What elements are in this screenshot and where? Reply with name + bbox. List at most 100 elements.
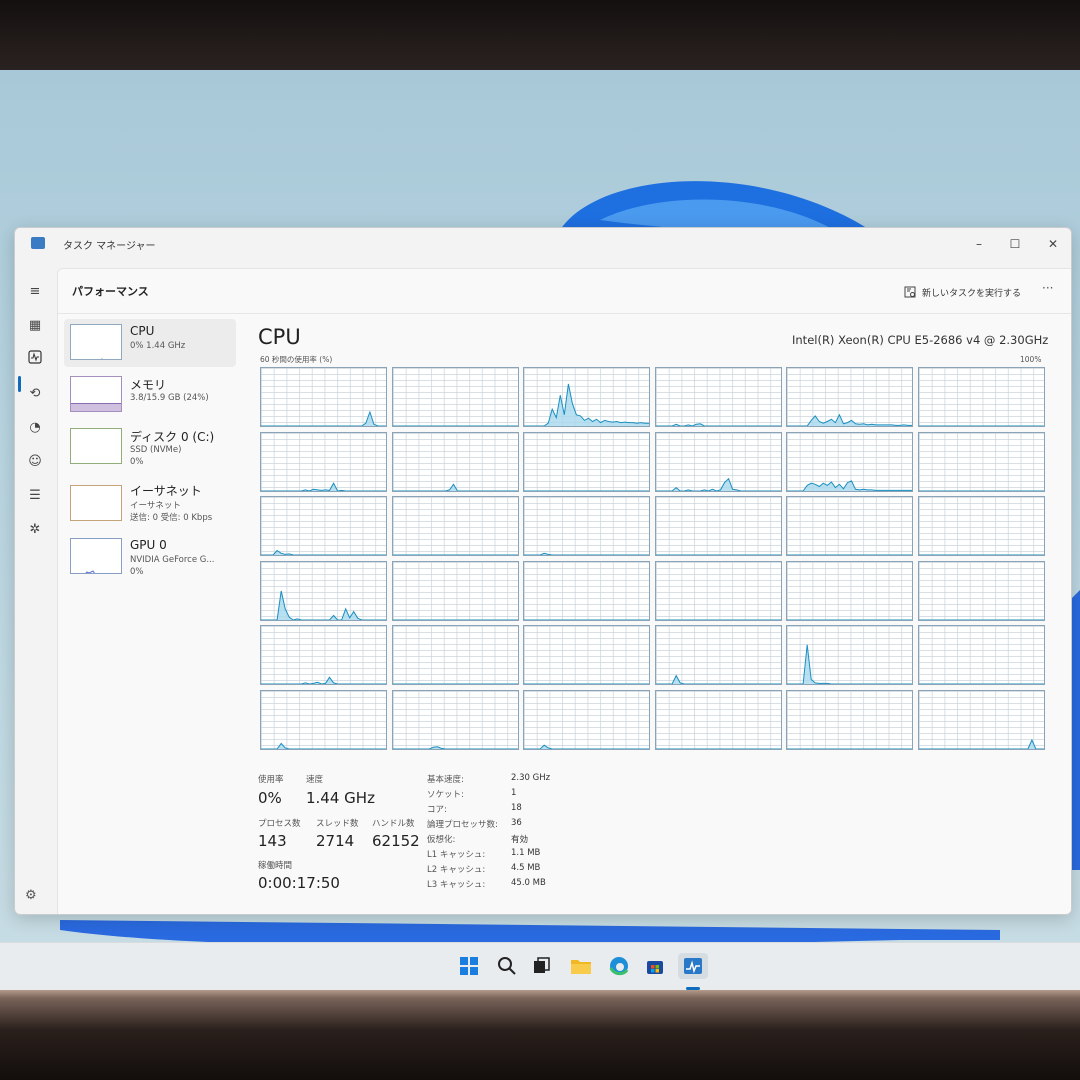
usage-area — [261, 550, 386, 555]
spec-value: 4.5 MB — [511, 863, 541, 873]
utilization-label: 使用率 — [258, 775, 284, 785]
cpu-usage-plot — [261, 742, 386, 749]
usage-line — [918, 738, 1044, 749]
performance-resource-list: CPU 0% 1.44 GHz メモリ 3.8/15.9 GB (24%) ディ… — [64, 319, 236, 609]
uptime-label: 稼働時間 — [258, 861, 293, 871]
usage-area — [393, 684, 518, 685]
minimize-button[interactable]: – — [967, 234, 991, 254]
taskbar — [0, 942, 1080, 990]
monitor-bezel-bottom — [0, 990, 1080, 1080]
logical-processor-graph — [917, 689, 1045, 750]
cpu-usage-plot — [655, 477, 781, 491]
microsoft-store-icon[interactable] — [642, 953, 668, 979]
usage-area — [392, 746, 518, 749]
services-icon[interactable]: ✲ — [25, 520, 45, 540]
logical-processor-graph — [917, 367, 1045, 427]
usage-area — [524, 620, 649, 621]
processes-label: プロセス数 — [258, 819, 301, 829]
gpu-thumbnail-graph — [70, 538, 122, 574]
usage-area — [656, 749, 781, 750]
perf-item-cpu[interactable]: CPU 0% 1.44 GHz — [64, 319, 236, 367]
perf-item-detail: 0% — [130, 457, 144, 467]
cpu-usage-plot — [261, 549, 386, 555]
usage-area — [919, 491, 1044, 492]
perf-item-detail: イーサネット — [130, 501, 181, 511]
logical-processor-graph — [260, 689, 387, 750]
logical-processor-graph — [523, 625, 650, 685]
usage-area — [919, 684, 1044, 685]
cpu-usage-plot — [918, 738, 1044, 749]
usage-area — [919, 620, 1044, 621]
cpu-usage-plot — [261, 481, 386, 491]
perf-item-gpu[interactable]: GPU 0 NVIDIA GeForce G... 0% — [64, 533, 236, 581]
details-icon[interactable]: ☰ — [25, 486, 45, 506]
cpu-usage-plot — [655, 423, 781, 426]
logical-processor-graph — [260, 496, 387, 556]
title-bar[interactable]: タスク マネージャー – ☐ ✕ — [15, 228, 1071, 260]
cpu-heading: CPU — [258, 325, 301, 349]
perf-item-memory[interactable]: メモリ 3.8/15.9 GB (24%) — [64, 371, 236, 419]
run-new-task-button[interactable]: 新しいタスクを実行する — [904, 281, 1021, 303]
memory-usage-fill — [71, 403, 121, 411]
usage-line — [392, 745, 518, 749]
spec-label: L2 キャッシュ: — [427, 865, 486, 875]
perf-item-disk[interactable]: ディスク 0 (C:) SSD (NVMe) 0% — [64, 423, 236, 471]
cpu-usage-plot — [787, 619, 912, 620]
usage-area — [656, 620, 781, 621]
cpu-usage-plot — [918, 490, 1044, 492]
spec-value: 1 — [511, 788, 517, 798]
windows-start-icon[interactable] — [456, 953, 482, 979]
usage-line — [261, 481, 386, 491]
perf-item-detail: SSD (NVMe) — [130, 445, 182, 455]
file-explorer-icon[interactable] — [568, 953, 594, 979]
logical-processor-graph — [523, 496, 650, 556]
usage-area — [524, 491, 649, 492]
logical-processor-graph — [260, 560, 387, 621]
close-button[interactable]: ✕ — [1041, 234, 1065, 254]
processes-icon[interactable]: ▦ — [25, 316, 45, 336]
hamburger-menu-icon[interactable]: ≡ — [25, 282, 45, 302]
app-history-icon[interactable]: ⟲ — [25, 384, 45, 404]
logical-processor-graph — [786, 560, 913, 621]
cpu-usage-plot — [261, 410, 386, 426]
usage-area — [393, 555, 518, 556]
cpu-usage-plot — [787, 644, 912, 684]
usage-area — [524, 684, 649, 685]
cpu-thumbnail-graph — [70, 324, 122, 360]
performance-icon[interactable] — [25, 350, 45, 370]
logical-processor-graph — [654, 560, 782, 621]
cpu-usage-plot — [524, 552, 649, 555]
settings-icon[interactable]: ⚙ — [25, 888, 37, 903]
usage-line — [655, 477, 781, 491]
spec-value: 18 — [511, 803, 522, 813]
cpu-usage-plot — [787, 413, 912, 426]
task-manager-app-icon — [31, 237, 45, 249]
speed-value: 1.44 GHz — [306, 789, 375, 807]
users-icon[interactable]: ☺ — [25, 452, 45, 472]
spec-label: L1 キャッシュ: — [427, 850, 486, 860]
usage-area — [787, 749, 912, 750]
logical-processor-graph — [391, 560, 519, 621]
perf-item-name: イーサネット — [130, 484, 202, 498]
page-title: パフォーマンス — [72, 285, 149, 298]
logical-processor-graph — [523, 689, 650, 750]
logical-processor-graph — [391, 625, 519, 685]
task-manager-icon[interactable] — [678, 953, 708, 979]
cpu-model-name: Intel(R) Xeon(R) CPU E5-2686 v4 @ 2.30GH… — [792, 333, 1049, 347]
logical-processor-graph — [786, 689, 913, 750]
usage-area — [919, 426, 1044, 427]
spec-value: 1.1 MB — [511, 848, 541, 858]
maximize-button[interactable]: ☐ — [1003, 234, 1027, 254]
cpu-usage-plot — [787, 554, 912, 555]
logical-processor-graph — [391, 689, 519, 750]
memory-thumbnail-graph — [70, 376, 122, 412]
spec-label: 基本速度: — [427, 775, 464, 785]
edge-browser-icon[interactable] — [606, 953, 632, 979]
more-options-button[interactable]: ··· — [1042, 281, 1053, 295]
cpu-usage-plot — [524, 490, 649, 492]
startup-apps-icon[interactable]: ◔ — [25, 418, 45, 438]
spec-value: 有効 — [511, 835, 529, 845]
perf-item-ethernet[interactable]: イーサネット イーサネット 送信: 0 受信: 0 Kbps — [64, 477, 236, 531]
search-icon[interactable] — [494, 953, 520, 979]
task-view-icon[interactable] — [528, 953, 554, 979]
